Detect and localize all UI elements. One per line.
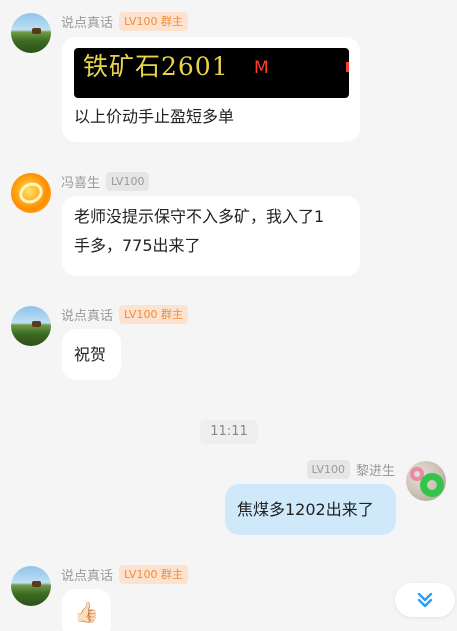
avatar-landscape-icon[interactable] [11, 566, 51, 606]
avatar-landscape-icon[interactable] [11, 306, 51, 346]
sender-name[interactable]: 说点真话 [61, 12, 113, 31]
avatar-landscape-icon[interactable] [11, 13, 51, 53]
stock-flag: M [254, 58, 269, 78]
cow-shape [32, 321, 41, 327]
message-text-line2: 手多，775出来了 [74, 236, 201, 255]
message-bubble[interactable]: 老师没提示保守不入多矿，我入了1 手多，775出来了 [62, 196, 360, 276]
double-chevron-down-icon [417, 592, 433, 608]
cow-shape [32, 581, 41, 587]
sender-line: 冯喜生 LV100 [61, 172, 150, 191]
avatar-green-icon[interactable] [406, 461, 446, 501]
message-bubble[interactable]: 焦煤多1202出来了 [225, 484, 396, 535]
owner-badge: LV100 群主 [119, 12, 188, 31]
sender-line: 说点真话 LV100 群主 [61, 305, 188, 324]
sender-line: 说点真话 LV100 群主 [61, 565, 188, 584]
message-text-line1: 老师没提示保守不入多矿，我入了1 [74, 207, 325, 226]
avatar-orange-icon[interactable] [11, 173, 51, 213]
thumbs-up-icon: 👍🏻 [74, 600, 99, 624]
sender-name[interactable]: 黎进生 [356, 460, 395, 479]
green-ring-shape [420, 473, 444, 497]
message-text: 以上价动手止盈短多单 [74, 107, 235, 126]
cow-shape [32, 28, 41, 34]
message-text: 祝贺 [74, 345, 107, 364]
owner-badge: LV100 群主 [119, 305, 188, 324]
sender-name[interactable]: 冯喜生 [61, 172, 100, 191]
orange-ring-shape [15, 178, 47, 208]
time-divider: 11:11 [200, 420, 258, 444]
scroll-to-bottom-button[interactable] [395, 583, 455, 617]
sender-line: 说点真话 LV100 群主 [61, 12, 188, 31]
stock-name: 铁矿石2601 [83, 52, 229, 81]
message-bubble[interactable]: 👍🏻 [62, 589, 111, 631]
sender-name[interactable]: 说点真话 [61, 305, 113, 324]
stock-chart-image[interactable]: 铁矿石2601 M [74, 48, 349, 98]
level-badge: LV100 [306, 460, 350, 479]
owner-badge: LV100 群主 [119, 565, 188, 584]
message-bubble[interactable]: 祝贺 [62, 329, 121, 380]
sender-line: LV100 黎进生 [306, 460, 395, 479]
sender-name[interactable]: 说点真话 [61, 565, 113, 584]
message-text: 焦煤多1202出来了 [237, 500, 374, 519]
stock-edge-mark [346, 62, 349, 72]
message-bubble[interactable]: 铁矿石2601 M 以上价动手止盈短多单 [62, 37, 360, 142]
level-badge: LV100 [106, 172, 150, 191]
